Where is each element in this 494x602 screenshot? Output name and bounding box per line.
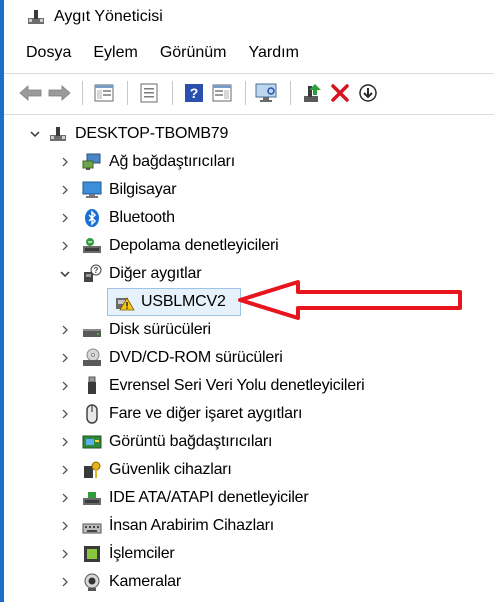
scan-hardware-button[interactable] — [254, 80, 280, 106]
chevron-right-icon[interactable] — [58, 547, 72, 561]
red-x-icon — [331, 84, 349, 102]
toolbar-divider — [4, 114, 494, 115]
update-driver-button[interactable] — [299, 80, 325, 106]
red-arrow-annotation — [238, 280, 462, 320]
ide-controller-icon — [82, 488, 102, 508]
tree-item-storage-controllers[interactable]: Depolama denetleyicileri — [58, 232, 494, 260]
menu-file[interactable]: Dosya — [26, 44, 71, 62]
device-manager-icon — [26, 7, 46, 27]
chevron-right-icon[interactable] — [58, 491, 72, 505]
tree-item-computer[interactable]: Bilgisayar — [58, 176, 494, 204]
chevron-right-icon[interactable] — [58, 407, 72, 421]
chevron-right-icon[interactable] — [58, 323, 72, 337]
tree-item-network-adapters[interactable]: Ağ bağdaştırıcıları — [58, 148, 494, 176]
chevron-right-icon[interactable] — [58, 519, 72, 533]
update-driver-icon — [304, 84, 321, 102]
toolbar-separator — [290, 81, 291, 105]
computer-icon — [82, 180, 102, 200]
processor-icon — [82, 544, 102, 564]
chevron-right-icon[interactable] — [58, 463, 72, 477]
bluetooth-icon — [82, 208, 102, 228]
uninstall-device-button[interactable] — [327, 80, 353, 106]
back-button[interactable] — [18, 80, 44, 106]
tree-item-hid[interactable]: İnsan Arabirim Cihazları — [58, 512, 494, 540]
help-icon: ? — [185, 84, 203, 102]
display-adapter-icon — [82, 432, 102, 452]
other-devices-icon: ? — [82, 264, 102, 284]
toolbar-separator — [172, 81, 173, 105]
help-button[interactable]: ? — [181, 80, 207, 106]
chevron-down-icon[interactable] — [28, 127, 42, 141]
tree-item-mice[interactable]: Fare ve diğer işaret aygıtları — [58, 400, 494, 428]
device-tree: DESKTOP-TBOMB79 Ağ bağdaştırıcıları Bilg… — [4, 118, 494, 602]
action-pane-icon — [212, 84, 232, 102]
window-title: Aygıt Yöneticisi — [54, 8, 163, 25]
toolbar: ? — [4, 74, 494, 112]
forward-button[interactable] — [46, 80, 72, 106]
svg-text:?: ? — [94, 266, 99, 275]
chevron-right-icon[interactable] — [58, 155, 72, 169]
menu-bar: Dosya Eylem Görünüm Yardım — [4, 38, 494, 68]
menu-help[interactable]: Yardım — [249, 44, 299, 62]
tree-item-display-adapters[interactable]: Görüntü bağdaştırıcıları — [58, 428, 494, 456]
network-adapter-icon — [82, 152, 102, 172]
monitor-scan-icon — [255, 83, 277, 102]
svg-text:?: ? — [190, 85, 199, 101]
chevron-right-icon[interactable] — [58, 575, 72, 589]
usblmcv2-label: USBLMCV2 — [141, 293, 226, 310]
disk-drive-icon — [82, 320, 102, 340]
chevron-right-icon[interactable] — [58, 239, 72, 253]
computer-root-icon — [48, 124, 68, 144]
toolbar-separator — [82, 81, 83, 105]
tree-item-security-devices[interactable]: Güvenlik cihazları — [58, 456, 494, 484]
security-device-icon — [82, 460, 102, 480]
usb-controller-icon — [82, 376, 102, 396]
show-hide-console-tree-button[interactable] — [91, 80, 117, 106]
tree-item-cameras[interactable]: Kameralar — [58, 568, 494, 596]
tree-item-usblmcv2[interactable]: USBLMCV2 — [111, 288, 245, 316]
warning-device-icon — [115, 292, 135, 312]
tree-root[interactable]: DESKTOP-TBOMB79 — [28, 120, 494, 148]
chevron-down-icon[interactable] — [58, 267, 72, 281]
mouse-icon — [82, 404, 102, 424]
title-bar: Aygıt Yöneticisi — [4, 0, 494, 34]
storage-controller-icon — [82, 236, 102, 256]
chevron-right-icon[interactable] — [58, 183, 72, 197]
dvd-drive-icon — [82, 348, 102, 368]
toolbar-separator — [245, 81, 246, 105]
toolbar-separator — [127, 81, 128, 105]
back-arrow-icon — [19, 85, 42, 101]
chevron-right-icon[interactable] — [58, 379, 72, 393]
chevron-right-icon[interactable] — [58, 351, 72, 365]
chevron-right-icon[interactable] — [58, 435, 72, 449]
action-pane-button[interactable] — [209, 80, 235, 106]
tree-item-bluetooth[interactable]: Bluetooth — [58, 204, 494, 232]
console-tree-icon — [94, 84, 114, 102]
disable-device-button[interactable] — [355, 80, 381, 106]
camera-icon — [82, 572, 102, 592]
forward-arrow-icon — [48, 85, 71, 101]
tree-item-processors[interactable]: İşlemciler — [58, 540, 494, 568]
menu-action[interactable]: Eylem — [93, 44, 137, 62]
tree-root-label: DESKTOP-TBOMB79 — [75, 125, 229, 142]
tree-item-dvd-drives[interactable]: DVD/CD-ROM sürücüleri — [58, 344, 494, 372]
hid-icon — [82, 516, 102, 536]
down-arrow-circle-icon — [359, 84, 377, 102]
properties-button[interactable] — [136, 80, 162, 106]
tree-item-ide-controllers[interactable]: IDE ATA/ATAPI denetleyiciler — [58, 484, 494, 512]
properties-icon — [140, 83, 158, 103]
chevron-right-icon[interactable] — [58, 211, 72, 225]
tree-item-usb-controllers[interactable]: Evrensel Seri Veri Yolu denetleyicileri — [58, 372, 494, 400]
menu-view[interactable]: Görünüm — [160, 44, 227, 62]
